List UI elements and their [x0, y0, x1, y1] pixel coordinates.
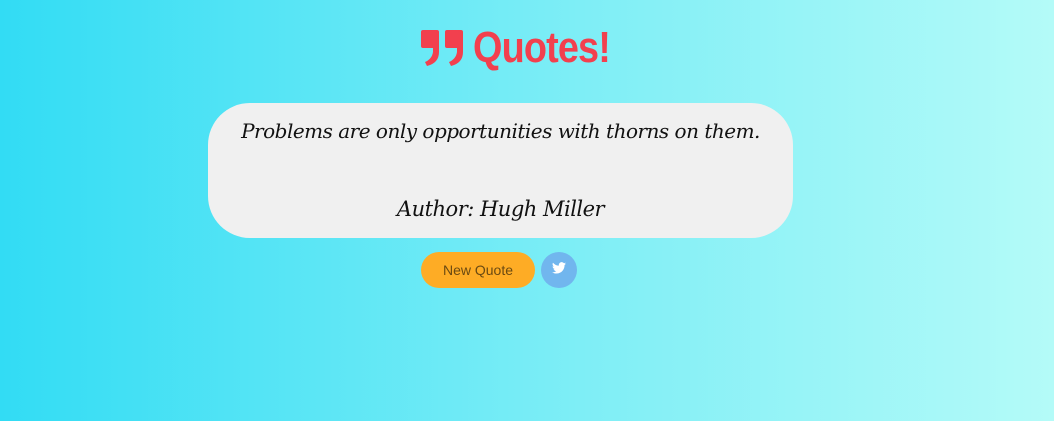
quote-text: Problems are only opportunities with tho… — [241, 119, 760, 143]
quote-author: Author: Hugh Miller — [396, 197, 605, 221]
quote-card: Problems are only opportunities with tho… — [208, 103, 793, 238]
quote-right-icon — [421, 30, 465, 66]
tweet-button[interactable] — [541, 252, 577, 288]
header-title-group: Quotes! — [421, 22, 632, 74]
twitter-icon — [552, 261, 566, 279]
quote-controls: New Quote — [421, 252, 577, 288]
page-title: Quotes! — [473, 23, 611, 72]
page-header: Quotes! — [0, 22, 1054, 74]
new-quote-button[interactable]: New Quote — [421, 252, 535, 288]
